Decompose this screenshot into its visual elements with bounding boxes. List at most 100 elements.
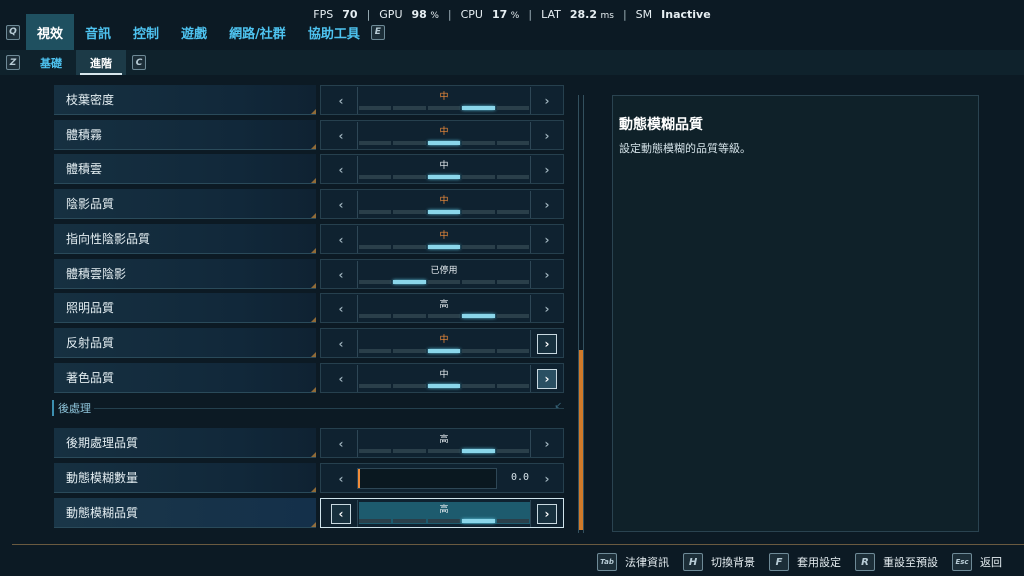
- tab-audio[interactable]: 音訊: [74, 14, 122, 50]
- hint-切換背景[interactable]: H 切換背景: [683, 553, 755, 571]
- number-slider[interactable]: ‹ 0.0 ›: [320, 463, 564, 493]
- setting-label: 動態模糊數量: [66, 471, 139, 485]
- option-selector[interactable]: ‹ 中 ›: [320, 85, 564, 115]
- level-segment: [359, 210, 392, 215]
- hint-套用設定[interactable]: F 套用設定: [769, 553, 841, 571]
- level-indicator: [359, 244, 530, 249]
- level-segment: [427, 383, 461, 388]
- chevron-right-icon[interactable]: ›: [537, 195, 557, 215]
- chevron-right-icon[interactable]: ›: [537, 299, 557, 319]
- option-selector[interactable]: ‹ 中 ›: [320, 362, 564, 393]
- next-subtab-key[interactable]: C: [132, 55, 146, 70]
- tab-network-social[interactable]: 網路/社群: [218, 14, 297, 50]
- slider-track[interactable]: [357, 468, 497, 489]
- setting-row[interactable]: 體積雲陰影 ‹ 已停用 ›: [52, 258, 568, 289]
- setting-label-box: 著色品質: [54, 362, 316, 393]
- tab-controls[interactable]: 控制: [122, 14, 170, 50]
- level-segment: [359, 449, 392, 454]
- level-indicator: [359, 348, 530, 353]
- chevron-left-icon[interactable]: ‹: [331, 265, 351, 285]
- main-tab-bar: Q 視效 音訊 控制 遊戲 網路/社群 協助工具 E: [0, 14, 1024, 50]
- chevron-right-icon[interactable]: ›: [537, 126, 557, 146]
- setting-row[interactable]: 動態模糊數量 ‹ 0.0 ›: [52, 463, 568, 493]
- setting-value: 已停用: [430, 265, 458, 276]
- section-title: 後處理: [58, 402, 91, 416]
- option-selector[interactable]: ‹ 已停用 ›: [320, 258, 564, 289]
- subtab-advanced[interactable]: 進階: [76, 50, 126, 75]
- description-title: 動態模糊品質: [619, 117, 703, 133]
- option-selector[interactable]: ‹ 中 ›: [320, 223, 564, 254]
- level-indicator: [359, 314, 530, 319]
- chevron-right-icon[interactable]: ›: [537, 469, 557, 489]
- level-segment: [393, 210, 426, 215]
- chevron-right-icon[interactable]: ›: [537, 333, 557, 354]
- tab-game[interactable]: 遊戲: [170, 14, 218, 50]
- chevron-right-icon[interactable]: ›: [537, 160, 557, 180]
- scrollbar-thumb[interactable]: [579, 350, 583, 530]
- hint-重設至預設[interactable]: R 重設至預設: [855, 553, 938, 571]
- tab-accessibility[interactable]: 協助工具: [297, 14, 371, 50]
- level-segment: [427, 106, 461, 110]
- chevron-left-icon[interactable]: ‹: [331, 434, 351, 454]
- level-segment: [427, 244, 461, 249]
- chevron-left-icon[interactable]: ‹: [331, 503, 351, 524]
- chevron-left-icon[interactable]: ‹: [331, 91, 351, 111]
- level-segment: [393, 383, 426, 388]
- next-tab-key[interactable]: E: [370, 24, 385, 40]
- level-segment: [359, 314, 392, 319]
- level-segment: [496, 449, 530, 454]
- level-indicator: [359, 210, 530, 215]
- setting-row[interactable]: 後期處理品質 ‹ 高 ›: [52, 428, 568, 459]
- chevron-right-icon[interactable]: ›: [537, 91, 557, 111]
- setting-label-box: 後期處理品質: [54, 428, 316, 459]
- option-selector[interactable]: ‹ 高 ›: [320, 497, 564, 528]
- chevron-right-icon[interactable]: ›: [537, 503, 557, 524]
- chevron-right-icon[interactable]: ›: [537, 265, 557, 285]
- level-segment: [462, 244, 495, 249]
- setting-row[interactable]: 體積霧 ‹ 中 ›: [52, 119, 568, 150]
- setting-label: 反射品質: [66, 335, 115, 350]
- option-selector[interactable]: ‹ 高 ›: [320, 293, 564, 324]
- level-segment: [462, 140, 495, 145]
- option-selector[interactable]: ‹ 中 ›: [320, 154, 564, 185]
- option-selector[interactable]: ‹ 高 ›: [320, 428, 564, 459]
- chevron-right-icon[interactable]: ›: [537, 434, 557, 454]
- chevron-left-icon[interactable]: ‹: [331, 334, 351, 354]
- level-segment: [359, 518, 392, 523]
- prev-subtab-key[interactable]: Z: [6, 55, 20, 70]
- hint-法律資訊[interactable]: Tab 法律資訊: [597, 553, 669, 571]
- chevron-left-icon[interactable]: ‹: [331, 160, 351, 180]
- setting-row[interactable]: 指向性陰影品質 ‹ 中 ›: [52, 223, 568, 254]
- hint-返回[interactable]: Esc 返回: [952, 553, 1002, 571]
- chevron-right-icon[interactable]: ›: [537, 368, 557, 389]
- chevron-left-icon[interactable]: ‹: [331, 230, 351, 250]
- setting-label-box: 枝葉密度: [54, 85, 316, 115]
- chevron-left-icon[interactable]: ‹: [331, 126, 351, 146]
- prev-tab-key[interactable]: Q: [6, 24, 20, 40]
- tab-visual[interactable]: 視效: [26, 14, 75, 50]
- hint-label: 返回: [980, 556, 1002, 569]
- setting-row[interactable]: 動態模糊品質 ‹ 高 ›: [52, 497, 568, 528]
- subtab-basic[interactable]: 基礎: [26, 50, 76, 75]
- chevron-left-icon[interactable]: ‹: [331, 469, 351, 489]
- chevron-left-icon[interactable]: ‹: [331, 299, 351, 319]
- level-segment: [427, 314, 461, 319]
- level-segment: [427, 140, 461, 145]
- setting-row[interactable]: 照明品質 ‹ 高 ›: [52, 293, 568, 324]
- option-selector[interactable]: ‹ 中 ›: [320, 189, 564, 220]
- setting-row[interactable]: 枝葉密度 ‹ 中 ›: [52, 85, 568, 115]
- key-badge: F: [769, 553, 789, 571]
- level-segment: [393, 348, 426, 353]
- level-segment: [496, 518, 530, 523]
- option-selector[interactable]: ‹ 中 ›: [320, 327, 564, 358]
- chevron-left-icon[interactable]: ‹: [331, 195, 351, 215]
- setting-row[interactable]: 著色品質 ‹ 中 ›: [52, 362, 568, 393]
- chevron-right-icon[interactable]: ›: [537, 230, 557, 250]
- setting-row[interactable]: 反射品質 ‹ 中 ›: [52, 327, 568, 358]
- setting-row[interactable]: 陰影品質 ‹ 中 ›: [52, 189, 568, 220]
- collapse-icon[interactable]: ↙: [554, 401, 562, 411]
- level-segment: [462, 449, 495, 454]
- setting-row[interactable]: 體積雲 ‹ 中 ›: [52, 154, 568, 185]
- option-selector[interactable]: ‹ 中 ›: [320, 119, 564, 150]
- chevron-left-icon[interactable]: ‹: [331, 369, 351, 389]
